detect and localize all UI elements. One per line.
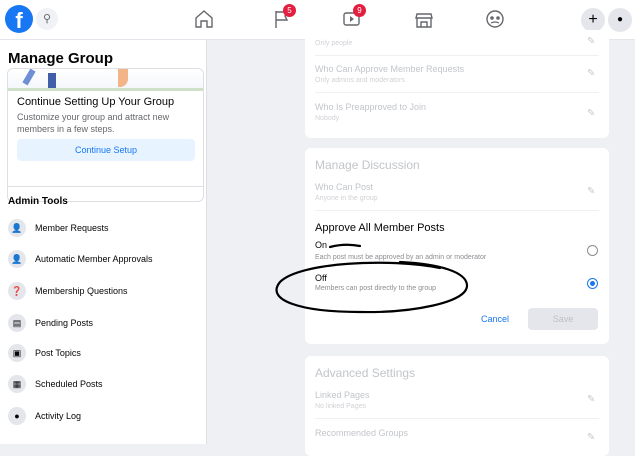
home-icon[interactable] [190, 6, 218, 32]
setup-card: Continue Setting Up Your Group Customize… [7, 68, 204, 202]
sidebar-item-pending-posts[interactable]: ▤ Pending Posts [8, 310, 203, 336]
edit-pencil-icon[interactable]: ✎ [587, 36, 597, 47]
messenger-icon[interactable]: ● [608, 8, 632, 32]
row-subtext: Nobody [315, 115, 340, 122]
option-on-label: On [315, 240, 328, 250]
member-requests-icon: 👤 [8, 219, 26, 237]
option-off-label: Off [315, 273, 327, 283]
notification-badge: 5 [283, 4, 296, 17]
row-subtext: Only admins and moderators [315, 77, 405, 84]
continue-setup-button[interactable]: Continue Setup [17, 139, 195, 161]
save-button[interactable]: Save [528, 308, 598, 330]
sidebar-item-membership-questions[interactable]: ❓ Membership Questions [8, 278, 203, 304]
automatic-approvals-icon: 👤 [8, 250, 26, 268]
sidebar-item-label: Post Topics [35, 348, 81, 358]
option-on-radio[interactable] [587, 245, 598, 256]
option-on-description: Each post must be approved by an admin o… [315, 254, 487, 261]
edit-pencil-icon[interactable]: ✎ [587, 394, 597, 405]
edit-pencil-icon[interactable]: ✎ [587, 432, 597, 443]
row-subtext: Anyone in the group [315, 195, 378, 202]
row-subtext: No linked Pages [315, 403, 366, 410]
option-off-radio[interactable] [587, 278, 598, 289]
edit-pencil-icon[interactable]: ✎ [587, 68, 597, 79]
row-subtext: Only people [315, 40, 353, 47]
sidebar-item-label: Member Requests [35, 223, 109, 233]
setup-illustration [8, 69, 203, 91]
option-off-description: Members can post directly to the group [315, 285, 437, 292]
marketplace-icon[interactable] [410, 6, 438, 32]
setup-card-description: Customize your group and attract new mem… [17, 112, 170, 134]
sidebar-item-label: Pending Posts [35, 318, 94, 328]
manage-discussion-panel: Manage Discussion Who Can Post Anyone in… [305, 148, 609, 344]
sidebar-title: Manage Group [8, 50, 114, 67]
sidebar-item-automatic-member-approvals[interactable]: 👤 Automatic Member Approvals [8, 246, 203, 272]
sidebar-item-scheduled-posts[interactable]: ▦ Scheduled Posts [8, 371, 203, 397]
admin-tools-heading: Admin Tools [8, 196, 68, 207]
post-topics-icon: ▣ [8, 344, 26, 362]
sidebar-item-label: Activity Log [35, 411, 82, 421]
activity-log-icon: ● [8, 407, 26, 425]
membership-settings-panel: Only people ✎ Who Can Approve Member Req… [305, 30, 609, 138]
sidebar-item-label: Scheduled Posts [35, 379, 103, 389]
advanced-settings-panel: Advanced Settings Linked Pages No linked… [305, 356, 609, 456]
who-can-post-label: Who Can Post [315, 182, 374, 192]
sidebar-item-member-requests[interactable]: 👤 Member Requests [8, 215, 203, 241]
membership-questions-icon: ❓ [8, 282, 26, 300]
recommended-groups-label: Recommended Groups [315, 428, 409, 438]
groups-icon[interactable] [481, 6, 509, 32]
row-divider [315, 210, 599, 211]
setup-card-title: Continue Setting Up Your Group [17, 96, 175, 108]
edit-pencil-icon[interactable]: ✎ [587, 186, 597, 197]
approve-all-member-posts-title: Approve All Member Posts [315, 222, 445, 234]
sidebar-item-label: Membership Questions [35, 286, 128, 296]
flag-icon[interactable]: 5 [268, 4, 296, 32]
scheduled-posts-icon: ▦ [8, 375, 26, 393]
cancel-button[interactable]: Cancel [481, 314, 509, 324]
row-divider [315, 55, 599, 56]
manage-group-sidebar: Manage Group Continue Setting Up Your Gr… [0, 40, 207, 444]
sidebar-item-label: Automatic Member Approvals [35, 254, 153, 264]
row-divider [315, 418, 599, 419]
linked-pages-label: Linked Pages [315, 390, 370, 400]
sidebar-item-post-topics[interactable]: ▣ Post Topics [8, 340, 203, 366]
create-plus-icon[interactable]: + [581, 8, 605, 32]
sidebar-divider [7, 186, 204, 187]
watch-icon[interactable]: 9 [338, 4, 366, 32]
who-can-approve-label: Who Can Approve Member Requests [315, 64, 465, 74]
pending-posts-icon: ▤ [8, 314, 26, 332]
edit-pencil-icon[interactable]: ✎ [587, 108, 597, 119]
manage-discussion-title: Manage Discussion [315, 158, 420, 172]
who-is-preapproved-label: Who Is Preapproved to Join [315, 102, 427, 112]
search-icon[interactable]: ⚲ [36, 8, 58, 30]
advanced-settings-title: Advanced Settings [315, 366, 416, 380]
row-divider [315, 92, 599, 93]
facebook-logo-icon[interactable]: f [5, 5, 33, 33]
notification-badge: 9 [353, 4, 366, 17]
sidebar-item-activity-log[interactable]: ● Activity Log [8, 403, 203, 429]
